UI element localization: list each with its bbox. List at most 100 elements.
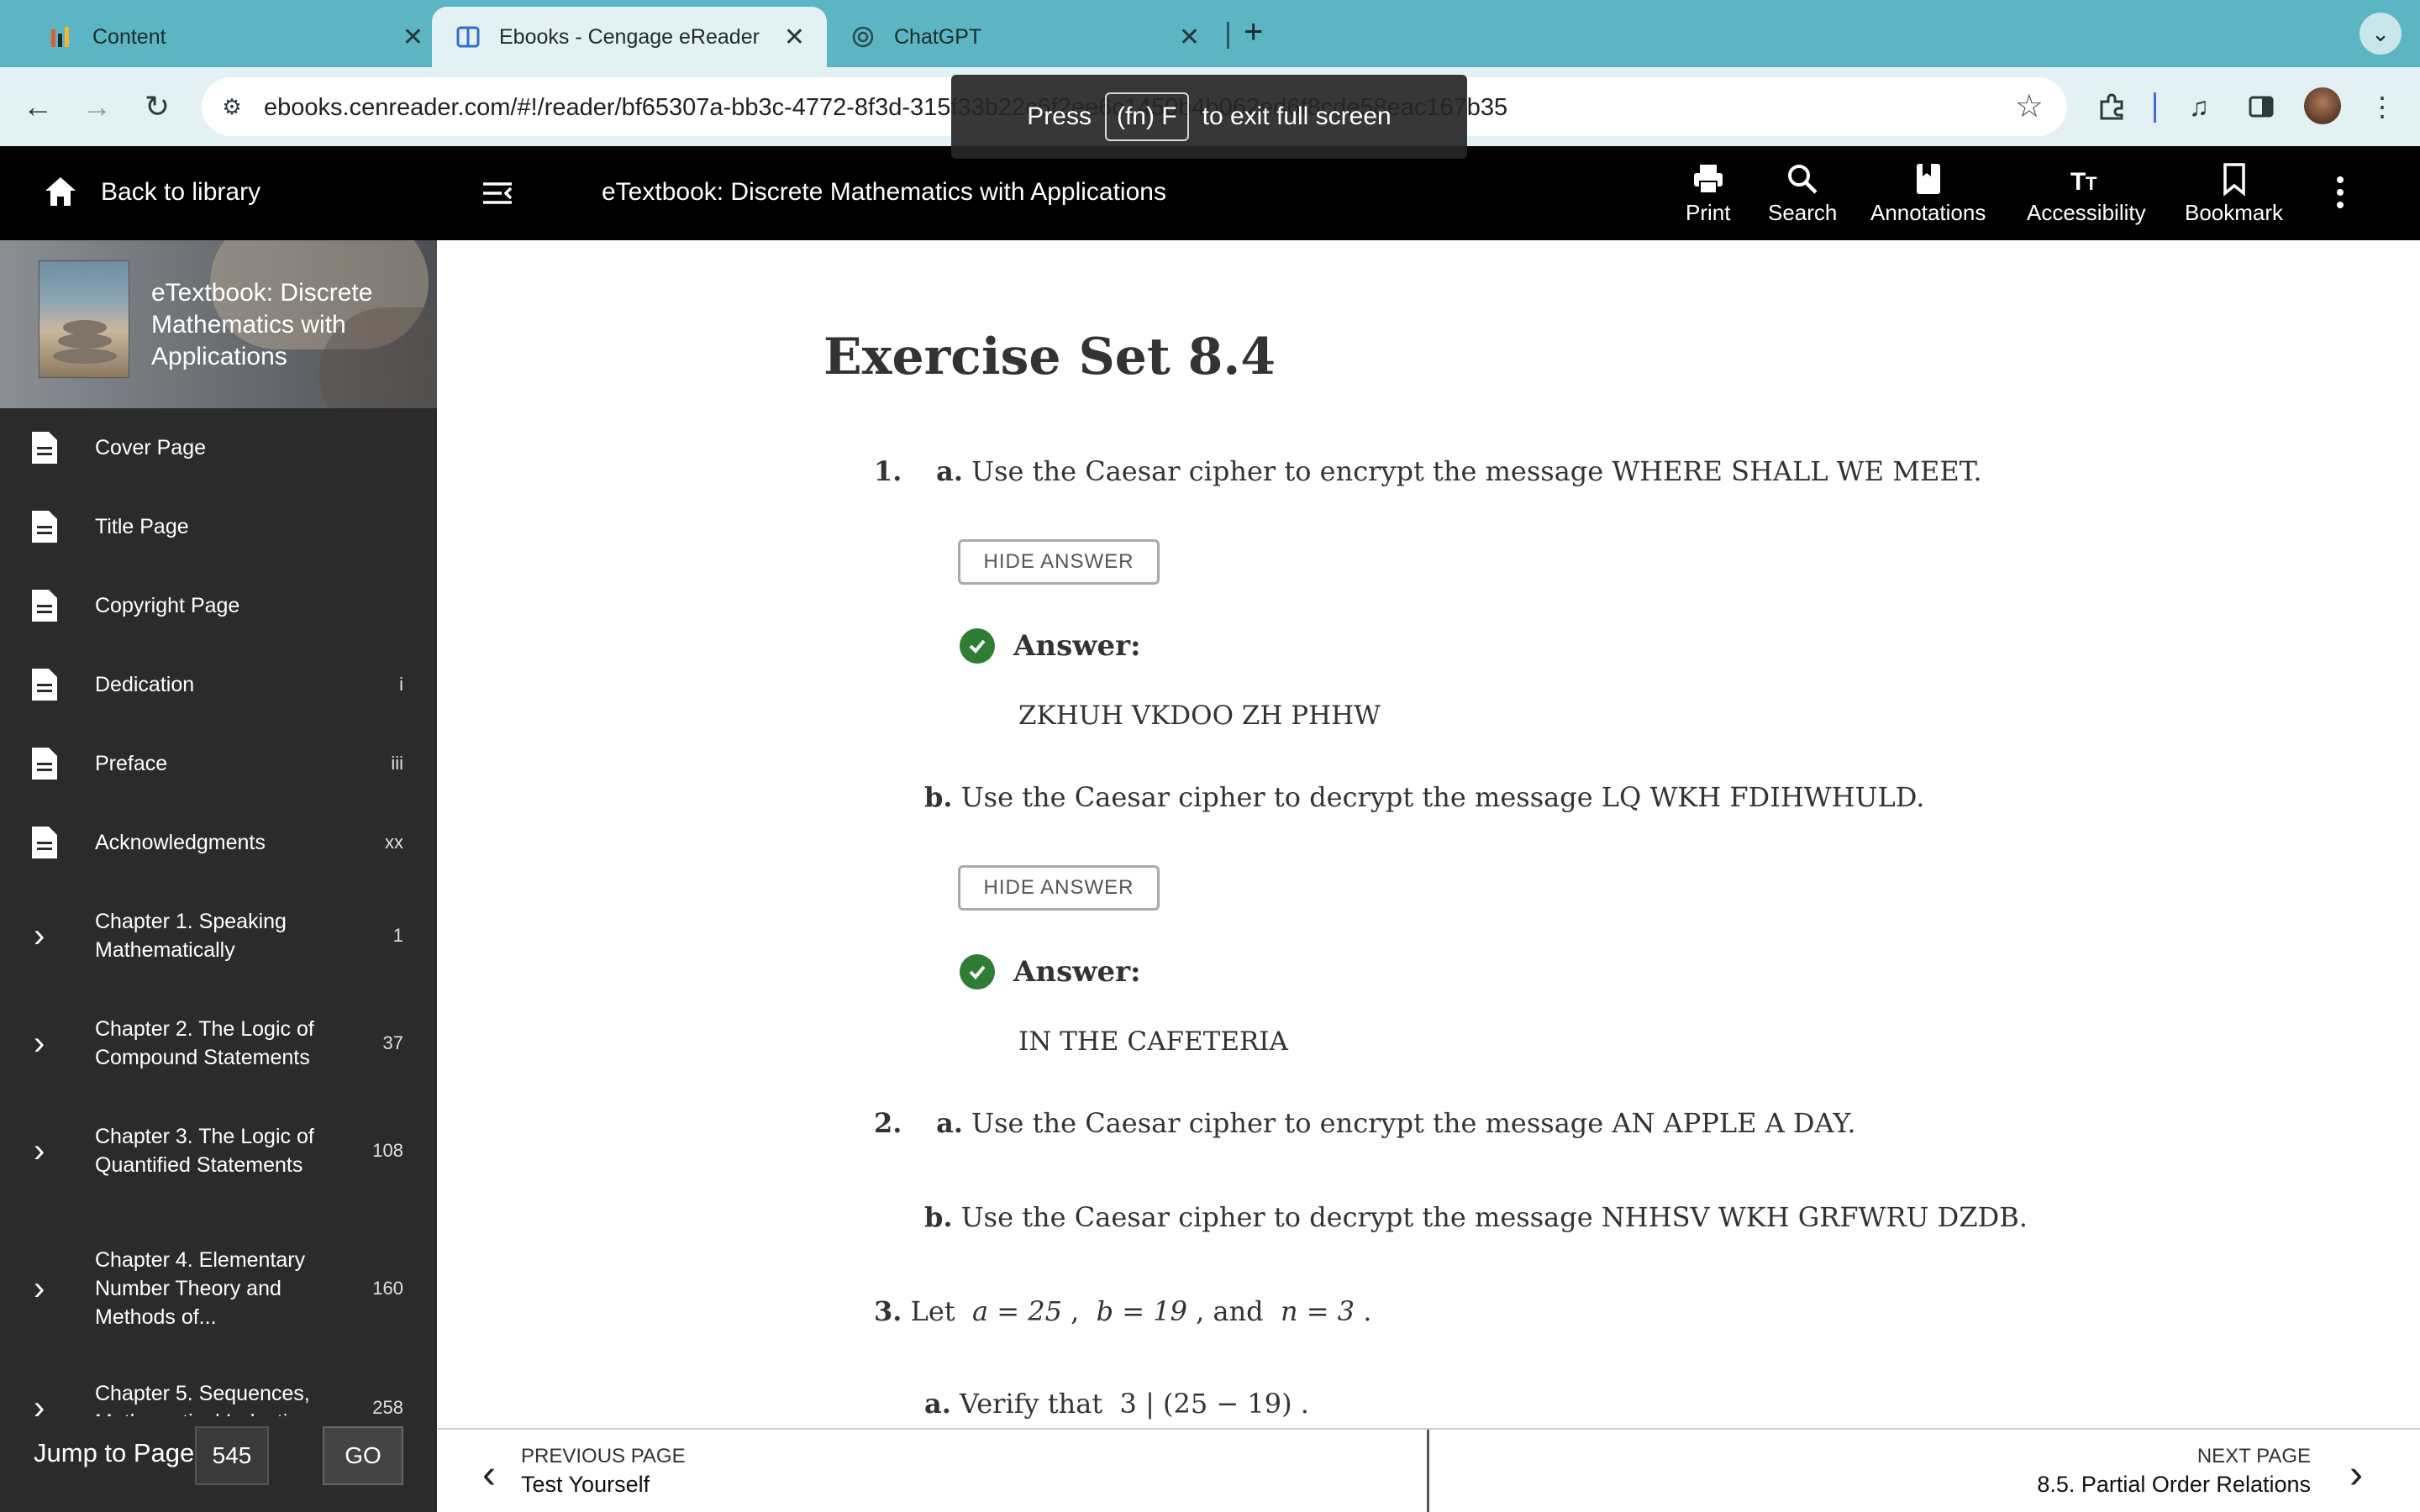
jump-to-page: Jump to Page 545 GO: [0, 1416, 437, 1512]
annotations-label: Annotations: [1870, 200, 1986, 225]
toc-item-preface[interactable]: Preface iii: [0, 741, 437, 786]
search-button[interactable]: Search: [1768, 161, 1837, 228]
extensions-icon[interactable]: [2091, 86, 2133, 128]
toc-item-page: iii: [391, 753, 403, 774]
toc-item-cover-page[interactable]: Cover Page: [0, 425, 437, 470]
chart-favicon-icon: [49, 24, 74, 50]
toggle-toc-icon[interactable]: [481, 176, 514, 210]
cover-stone: [53, 349, 117, 364]
exercise-text: Use the Caesar cipher to encrypt the mes…: [971, 1107, 1856, 1139]
chevron-right-icon[interactable]: ›: [34, 1025, 45, 1063]
answer-header: Answer:: [960, 628, 1141, 664]
media-control-icon[interactable]: ♫: [2178, 86, 2220, 128]
hide-answer-button[interactable]: HIDE ANSWER: [958, 539, 1160, 585]
exercise-1b: b. Use the Caesar cipher to decrypt the …: [924, 781, 1924, 813]
part-label: a.: [936, 455, 963, 487]
toc-item-chapter-1[interactable]: › Chapter 1. Speaking Mathematically 1: [0, 894, 437, 978]
reload-icon[interactable]: ↻: [136, 86, 178, 128]
previous-page-button[interactable]: ‹ PREVIOUS PAGE Test Yourself: [482, 1445, 686, 1498]
document-icon: [32, 748, 57, 780]
chevron-down-icon: ⌄: [2371, 20, 2390, 46]
chevron-right-icon[interactable]: ›: [34, 1270, 45, 1308]
reader-title: eTextbook: Discrete Mathematics with App…: [602, 178, 1166, 206]
exercise-text: Use the Caesar cipher to decrypt the mes…: [960, 1201, 2028, 1233]
jump-to-page-label: Jump to Page: [34, 1438, 195, 1467]
toc-item-label: Chapter 4. Elementary Number Theory and …: [95, 1248, 306, 1329]
toast-prefix: Press: [1027, 102, 1092, 130]
close-icon[interactable]: ✕: [402, 23, 424, 52]
exercise-2b: b. Use the Caesar cipher to decrypt the …: [924, 1201, 2028, 1233]
next-page-caption: NEXT PAGE: [2196, 1445, 2311, 1467]
check-circle-icon: [960, 628, 995, 664]
hide-answer-button[interactable]: HIDE ANSWER: [958, 865, 1160, 911]
back-arrow-icon[interactable]: ←: [17, 86, 59, 128]
tab-ebooks[interactable]: Ebooks - Cengage eReader ✕: [432, 7, 827, 67]
annotations-icon: [1916, 164, 1940, 194]
toc-item-dedication[interactable]: Dedication i: [0, 662, 437, 707]
browser-menu-icon[interactable]: ⋮: [2361, 86, 2403, 128]
bookmark-star-icon[interactable]: ☆: [2015, 87, 2044, 125]
toolbar-divider: [2154, 92, 2156, 123]
exercise-text: Let: [910, 1295, 955, 1327]
exercise-text: Verify that: [960, 1388, 1103, 1420]
tab-search-button[interactable]: ⌄: [2360, 13, 2402, 55]
forward-arrow-icon[interactable]: →: [76, 86, 118, 128]
new-tab-button[interactable]: +: [1244, 13, 1263, 51]
toc-item-chapter-2[interactable]: › Chapter 2. The Logic of Compound State…: [0, 1001, 437, 1085]
toc-item-label: Chapter 2. The Logic of Compound Stateme…: [95, 1017, 314, 1069]
exercise-number: 2.: [874, 1107, 902, 1139]
document-icon: [32, 511, 57, 543]
page-title: Exercise Set 8.4: [823, 328, 1276, 386]
profile-avatar[interactable]: [2304, 87, 2341, 124]
toc-item-title-page[interactable]: Title Page: [0, 504, 437, 549]
annotations-button[interactable]: Annotations: [1870, 161, 1986, 228]
toc-item-label: Chapter 1. Speaking Mathematically: [95, 910, 287, 962]
part-label: b.: [924, 781, 953, 813]
bookmark-icon: [2223, 163, 2245, 197]
chevron-right-icon[interactable]: ›: [34, 917, 45, 955]
site-info-icon[interactable]: ⚙: [215, 90, 249, 123]
footer-divider: [1427, 1430, 1429, 1512]
accessibility-button[interactable]: TT Accessibility: [2027, 161, 2146, 228]
exercise-number: 3.: [874, 1295, 902, 1327]
print-label: Print: [1686, 200, 1731, 225]
exercise-1a: 1. a. Use the Caesar cipher to encrypt t…: [874, 455, 1981, 487]
bookmark-button[interactable]: Bookmark: [2185, 161, 2283, 228]
toc-item-page: 108: [372, 1140, 403, 1161]
close-icon[interactable]: ✕: [1179, 23, 1200, 52]
toc-item-label: Acknowledgments: [95, 831, 266, 854]
side-panel-icon[interactable]: [2240, 86, 2282, 128]
part-label: b.: [924, 1201, 953, 1233]
toc-item-page: 160: [372, 1278, 403, 1299]
document-icon: [32, 827, 57, 858]
toc-item-copyright-page[interactable]: Copyright Page: [0, 583, 437, 628]
reader-header: Back to library eTextbook: Discrete Math…: [0, 146, 2420, 240]
answer-label: Answer:: [1013, 629, 1141, 663]
more-options-icon[interactable]: [2328, 171, 2353, 213]
toc-item-chapter-3[interactable]: › Chapter 3. The Logic of Quantified Sta…: [0, 1109, 437, 1193]
toc-item-acknowledgments[interactable]: Acknowledgments xx: [0, 820, 437, 865]
chevron-right-icon[interactable]: ›: [34, 1132, 45, 1170]
tab-chatgpt[interactable]: ChatGPT ✕: [827, 7, 1222, 67]
answer-header: Answer:: [960, 954, 1141, 990]
next-page-button[interactable]: › NEXT PAGE 8.5. Partial Order Relations: [2037, 1445, 2363, 1498]
print-button[interactable]: Print: [1686, 161, 1730, 228]
text-size-icon: TT: [2070, 168, 2097, 196]
answer-text: ZKHUH VKDOO ZH PHHW: [1018, 701, 1381, 731]
answer-label: Answer:: [1013, 955, 1141, 989]
page-number-input[interactable]: 545: [195, 1426, 269, 1485]
browser-tab-bar: Content ✕ Ebooks - Cengage eReader ✕ Cha…: [0, 0, 2420, 67]
tab-title: ChatGPT: [894, 24, 982, 49]
back-to-library-link[interactable]: Back to library: [101, 178, 260, 207]
tab-content[interactable]: Content ✕: [25, 7, 445, 67]
exercise-3a: a. Verify that 3 | (25 − 19) .: [924, 1388, 1309, 1420]
toc-item-chapter-4[interactable]: › Chapter 4. Elementary Number Theory an…: [0, 1230, 437, 1347]
exercise-3: 3. Let a = 25 , b = 19 , and n = 3 .: [874, 1295, 1372, 1327]
home-icon[interactable]: [42, 173, 79, 210]
go-button[interactable]: GO: [323, 1426, 403, 1485]
toast-key: (fn) F: [1104, 92, 1189, 141]
search-label: Search: [1768, 200, 1838, 225]
exercise-text: Use the Caesar cipher to encrypt the mes…: [971, 455, 1982, 487]
part-label: a.: [936, 1107, 963, 1139]
close-icon[interactable]: ✕: [784, 23, 805, 52]
